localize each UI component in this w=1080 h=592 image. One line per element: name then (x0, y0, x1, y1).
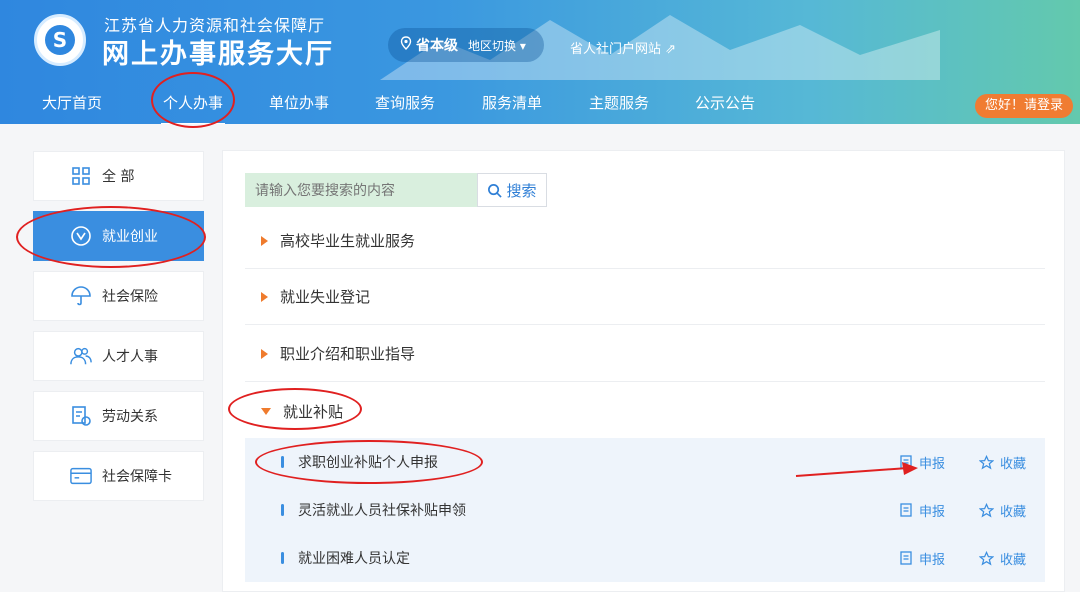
logo[interactable]: S (34, 14, 86, 66)
employment-icon (70, 225, 92, 247)
logo-glyph: S (45, 25, 75, 55)
apply-button[interactable]: 申报 (899, 549, 945, 568)
category-label: 就业补贴 (283, 402, 344, 421)
header: S 江苏省人力资源和社会保障厅 网上办事服务大厅 省本级 地区切换 ▾ 省人社门… (0, 0, 1080, 124)
portal-link[interactable]: 省人社门户网站 ⇗ (570, 38, 676, 57)
sidebar-item-label: 劳动关系 (102, 409, 158, 425)
sidebar-item-insurance[interactable]: 社会保险 (33, 271, 204, 321)
star-icon (979, 502, 994, 517)
category-registration[interactable]: 就业失业登记 (245, 269, 1045, 325)
people-icon (70, 345, 92, 367)
region-selector[interactable]: 省本级 地区切换 ▾ (388, 28, 544, 62)
region-switch[interactable]: 地区切换 ▾ (468, 37, 526, 54)
nav-service-list[interactable]: 服务清单 (482, 92, 542, 113)
nav-home[interactable]: 大厅首页 (42, 92, 102, 113)
nav-notice[interactable]: 公示公告 (695, 92, 755, 113)
category-guidance[interactable]: 职业介绍和职业指导 (245, 326, 1045, 382)
expand-arrow-icon (261, 291, 268, 302)
search-input[interactable] (245, 173, 477, 207)
search-icon (488, 183, 503, 198)
favorite-label: 收藏 (1000, 504, 1027, 520)
nav-personal[interactable]: 个人办事 (160, 92, 226, 124)
favorite-button[interactable]: 收藏 (979, 453, 1026, 472)
search-button[interactable]: 搜索 (477, 173, 547, 207)
item-marker (281, 552, 284, 564)
category-graduate[interactable]: 高校毕业生就业服务 (245, 213, 1045, 269)
sidebar-item-all[interactable]: 全 部 (33, 151, 204, 201)
location-pin-icon (400, 36, 412, 54)
expand-arrow-icon (261, 235, 268, 246)
expand-arrow-icon (261, 348, 268, 359)
sidebar-item-talent[interactable]: 人才人事 (33, 331, 204, 381)
apply-label: 申报 (919, 552, 946, 568)
login-button[interactable]: 您好！请登录 (974, 94, 1073, 118)
sidebar-item-label: 社会保障卡 (102, 469, 172, 485)
main-panel: 搜索 高校毕业生就业服务 就业失业登记 职业介绍和职业指导 就业补贴 求职创业补… (222, 150, 1065, 592)
star-icon (979, 454, 994, 469)
main-nav: 大厅首页 个人办事 单位办事 查询服务 服务清单 主题服务 公示公告 您好！请登… (0, 82, 1080, 124)
list-item[interactable]: 就业困难人员认定 申报 收藏 (245, 534, 1045, 582)
apply-icon (900, 503, 912, 517)
item-marker (281, 456, 284, 468)
grid-icon (70, 165, 92, 187)
favorite-label: 收藏 (1000, 456, 1027, 472)
nav-theme[interactable]: 主题服务 (589, 92, 649, 113)
region-level: 省本级 (416, 38, 458, 54)
nav-unit[interactable]: 单位办事 (269, 92, 329, 113)
sidebar-item-label: 社会保险 (102, 289, 158, 305)
category-label: 职业介绍和职业指导 (280, 345, 416, 363)
favorite-button[interactable]: 收藏 (979, 549, 1026, 568)
nav-query[interactable]: 查询服务 (375, 92, 435, 113)
list-item-label[interactable]: 就业困难人员认定 (298, 548, 410, 568)
sidebar-item-label: 全 部 (102, 169, 135, 185)
sidebar-item-label: 就业创业 (102, 229, 158, 245)
category-subsidy[interactable]: 就业补贴 (245, 383, 1045, 439)
card-icon (70, 465, 92, 487)
star-icon (979, 550, 994, 565)
document-icon (70, 405, 92, 427)
umbrella-icon (70, 285, 92, 307)
collapse-arrow-icon (261, 407, 271, 415)
category-label: 就业失业登记 (280, 288, 371, 306)
apply-label: 申报 (919, 504, 946, 520)
site-title: 网上办事服务大厅 (102, 39, 334, 70)
category-label: 高校毕业生就业服务 (280, 232, 416, 250)
item-marker (281, 504, 284, 516)
list-item-label[interactable]: 灵活就业人员社保补贴申领 (298, 500, 466, 520)
apply-icon (900, 551, 912, 565)
sidebar-item-employment[interactable]: 就业创业 (33, 211, 204, 261)
sidebar-item-labor[interactable]: 劳动关系 (33, 391, 204, 441)
favorite-button[interactable]: 收藏 (979, 501, 1026, 520)
search-button-label: 搜索 (506, 181, 537, 200)
list-item-label[interactable]: 求职创业补贴个人申报 (298, 452, 438, 472)
list-item[interactable]: 灵活就业人员社保补贴申领 申报 收藏 (245, 486, 1045, 534)
sidebar-item-card[interactable]: 社会保障卡 (33, 451, 204, 501)
apply-button[interactable]: 申报 (899, 501, 945, 520)
favorite-label: 收藏 (1000, 552, 1027, 568)
sidebar-item-label: 人才人事 (102, 349, 158, 365)
annotation-arrow (795, 462, 918, 477)
